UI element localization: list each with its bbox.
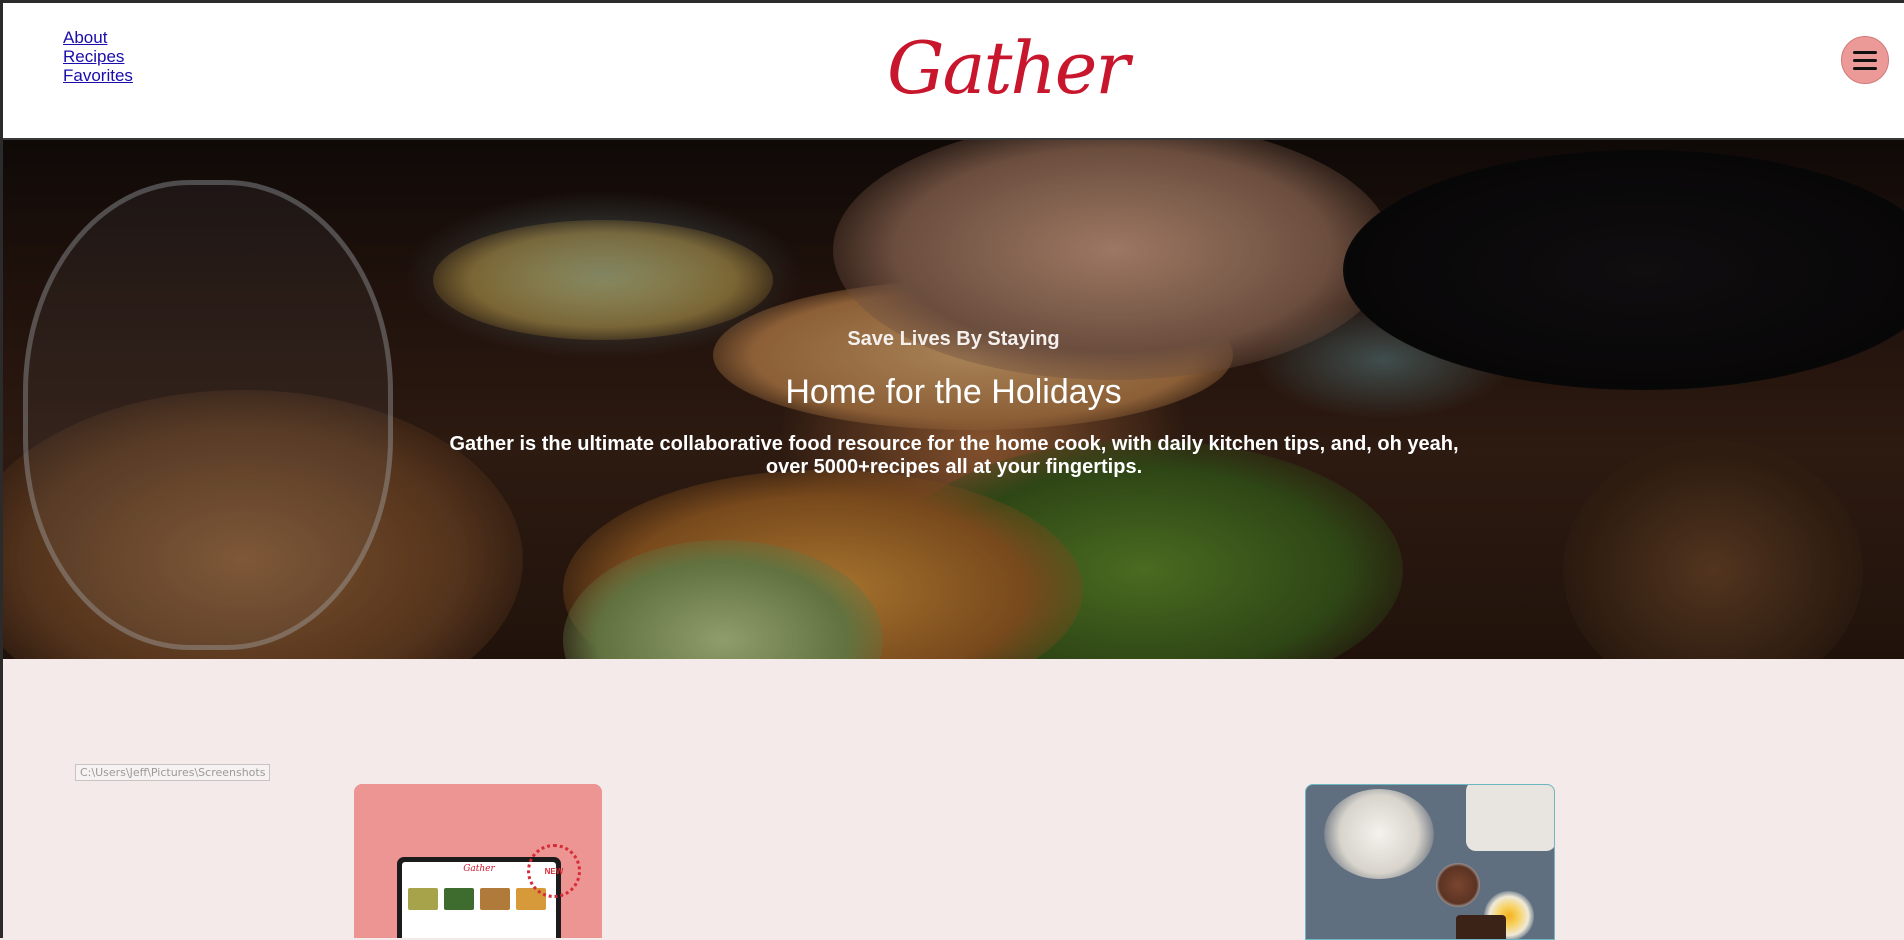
hamburger-menu-icon <box>1853 50 1877 54</box>
tablet-recipe-thumbnails <box>408 888 546 910</box>
baking-photo-chocolate <box>1456 915 1506 939</box>
baking-photo-eggs <box>1466 785 1554 851</box>
hamburger-menu-button[interactable] <box>1841 36 1889 84</box>
nav-link-recipes[interactable]: Recipes <box>63 47 133 66</box>
hamburger-menu-icon <box>1853 66 1877 70</box>
feature-card-baking[interactable] <box>1305 784 1555 940</box>
hero-eyebrow: Save Lives By Staying <box>847 328 1060 350</box>
main-nav: About Recipes Favorites <box>63 28 133 85</box>
hero-banner: Save Lives By Staying Home for the Holid… <box>3 140 1904 659</box>
recipe-thumbnail <box>480 888 510 910</box>
baking-photo-cocoa <box>1436 863 1480 907</box>
hamburger-menu-icon <box>1853 58 1877 62</box>
hero-description: Gather is the ultimate collaborative foo… <box>449 433 1459 478</box>
feature-card-app[interactable]: Gather NEW <box>354 784 602 938</box>
site-header: About Recipes Favorites Gather <box>3 3 1904 140</box>
new-badge: NEW <box>527 844 581 898</box>
path-tooltip: C:\Users\Jeff\Pictures\Screenshots <box>75 764 271 781</box>
recipe-thumbnail <box>408 888 438 910</box>
nav-link-about[interactable]: About <box>63 28 133 47</box>
baking-photo-flour-bowl <box>1324 789 1434 879</box>
nav-link-favorites[interactable]: Favorites <box>63 66 133 85</box>
gather-logo[interactable]: Gather <box>887 26 1130 110</box>
hero-title: Home for the Holidays <box>785 373 1122 411</box>
recipe-thumbnail <box>444 888 474 910</box>
